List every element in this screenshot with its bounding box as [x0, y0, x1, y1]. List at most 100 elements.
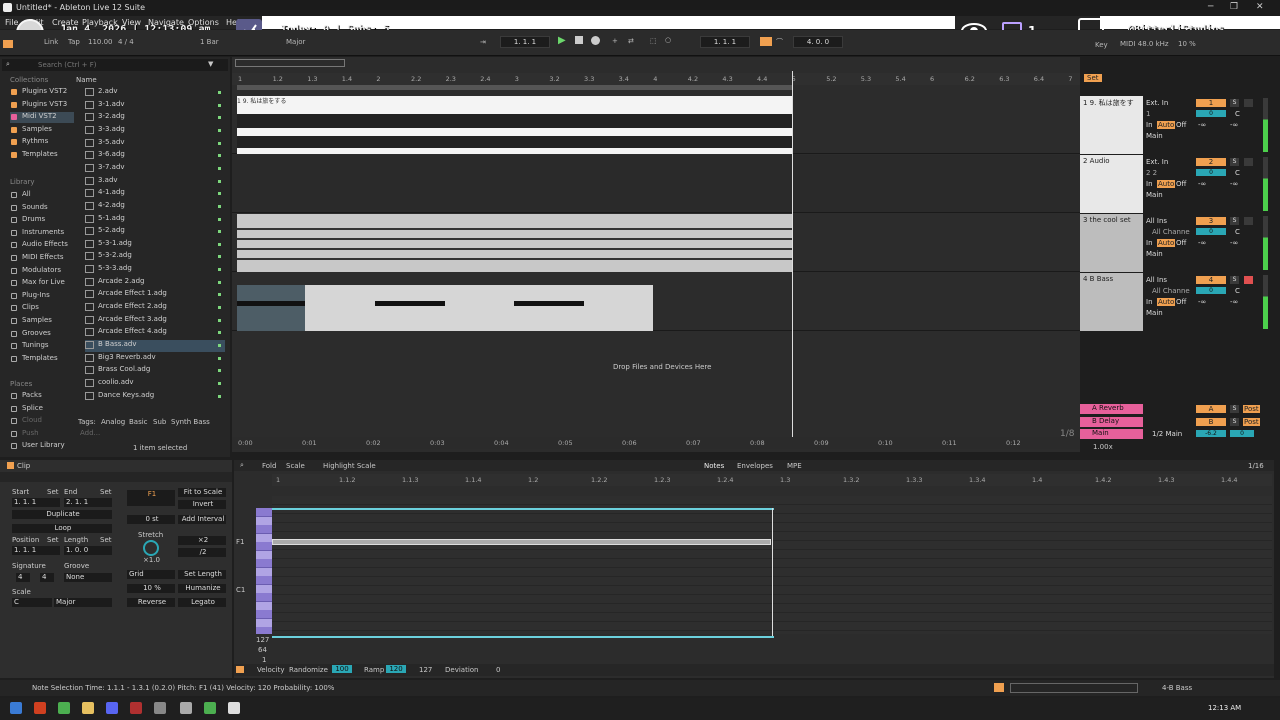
input-channel-select[interactable]: 2 2	[1146, 169, 1157, 177]
volume-field[interactable]: 0	[1196, 169, 1226, 176]
groove-select[interactable]: None	[64, 573, 112, 582]
collection-item[interactable]: Plugins VST2	[10, 87, 74, 98]
position-set-button[interactable]: Set	[47, 536, 59, 544]
main-output-select[interactable]: 1/2 Main	[1152, 430, 1182, 438]
browser-file[interactable]: 2.adv	[85, 87, 225, 99]
divide-button[interactable]: /2	[178, 548, 226, 557]
tempo-field[interactable]: 110.00	[88, 38, 113, 46]
track-lane-1[interactable]: 1 9. 私は旅をする	[232, 96, 1080, 154]
track-activator[interactable]: 2	[1196, 158, 1226, 166]
volume-field[interactable]: 0	[1196, 228, 1226, 235]
output-select[interactable]: Main	[1146, 132, 1163, 140]
position-field[interactable]: 1. 1. 1	[12, 546, 60, 555]
browser-file[interactable]: Arcade Effect 3.adg	[85, 315, 225, 327]
tag-synth-bass[interactable]: Synth Bass	[171, 418, 210, 426]
bar-ruler[interactable]: 1 1.2 1.3 1.4 2 2.2 2.3 2.4 3 3.2 3.3 3.4 4 4.2 4.3 4.4…	[232, 73, 1080, 85]
close-button[interactable]: ✕	[1256, 2, 1264, 12]
monitor-off[interactable]: Off	[1176, 121, 1186, 129]
collection-item[interactable]: Templates	[10, 150, 74, 161]
start-set-button[interactable]: Set	[47, 488, 59, 496]
pan-field[interactable]: C	[1235, 110, 1240, 118]
browser-file[interactable]: 3-2.adg	[85, 112, 225, 124]
ableton-icon[interactable]	[228, 702, 240, 714]
end-set-button[interactable]: Set	[100, 488, 112, 496]
solo-button[interactable]: S	[1230, 158, 1239, 166]
browser-file[interactable]: 5-2.adg	[85, 226, 225, 238]
pan-field[interactable]: C	[1235, 228, 1240, 236]
return-activator[interactable]: B	[1196, 417, 1226, 426]
velocity-line[interactable]	[272, 636, 774, 638]
detail-view-scroll[interactable]	[1010, 683, 1138, 693]
library-item[interactable]: Plug-Ins	[10, 291, 74, 302]
input-channel-select[interactable]: All Channe	[1152, 228, 1190, 236]
track-lane-4[interactable]	[232, 273, 1080, 331]
play-button[interactable]: ▶	[558, 35, 566, 46]
input-type-select[interactable]: All Ins	[1146, 217, 1167, 225]
loop-brace[interactable]	[237, 85, 793, 90]
volume-field[interactable]: 0	[1196, 287, 1226, 294]
library-item[interactable]: All	[10, 190, 74, 201]
arm-button[interactable]	[1244, 99, 1253, 107]
humanize-amount[interactable]: 10 %	[127, 584, 175, 593]
return-activator[interactable]: A	[1196, 405, 1226, 413]
browser-file[interactable]: Arcade Effect 4.adg	[85, 327, 225, 339]
duplicate-button[interactable]: Duplicate	[12, 510, 112, 519]
signature-field[interactable]: 4 / 4	[118, 38, 134, 46]
clip-activator[interactable]	[7, 462, 14, 469]
main-volume-field[interactable]: -6.2	[1196, 430, 1226, 437]
explorer-icon[interactable]	[82, 702, 94, 714]
loop-button[interactable]: Loop	[12, 524, 112, 533]
solo-button[interactable]: S	[1230, 276, 1239, 284]
place-item[interactable]: User Library	[10, 441, 74, 452]
track-lane-3[interactable]	[232, 214, 1080, 272]
input-channel-select[interactable]: All Channe	[1152, 287, 1190, 295]
post-button[interactable]: Post	[1243, 417, 1260, 426]
record-button[interactable]	[591, 36, 600, 45]
tag-basic[interactable]: Basic	[129, 418, 148, 426]
place-item[interactable]: Push	[10, 429, 74, 440]
place-item[interactable]: Cloud	[10, 416, 74, 427]
monitor-in[interactable]: In	[1146, 298, 1153, 306]
browser-file[interactable]: 4-1.adg	[85, 188, 225, 200]
input-type-select[interactable]: Ext. In	[1146, 99, 1168, 107]
maximize-button[interactable]: ❐	[1230, 2, 1238, 12]
randomize-field[interactable]: 100	[332, 665, 352, 673]
browser-file[interactable]: B Bass.adv	[85, 340, 225, 352]
browser-file[interactable]: Arcade Effect 2.adg	[85, 302, 225, 314]
monitor-in[interactable]: In	[1146, 239, 1153, 247]
browser-search[interactable]: ⌕ Search (Ctrl + F) ▼	[2, 59, 228, 71]
solo-button[interactable]: S	[1230, 217, 1239, 225]
input-type-select[interactable]: All Ins	[1146, 276, 1167, 284]
end-field[interactable]: 2. 1. 1	[64, 498, 112, 507]
loop-switch[interactable]	[760, 37, 772, 46]
send-a-field[interactable]: -∞	[1198, 180, 1206, 188]
loop-region-bar[interactable]	[272, 508, 774, 510]
monitor-auto[interactable]: Auto	[1157, 239, 1176, 247]
track-activator[interactable]: 1	[1196, 99, 1226, 107]
fold-button[interactable]: Fold	[262, 462, 276, 470]
send-b-field[interactable]: -∞	[1230, 121, 1238, 129]
track-name-box[interactable]: 2 Audio	[1080, 155, 1143, 213]
app-icon[interactable]	[130, 702, 142, 714]
stop-button[interactable]	[575, 36, 583, 44]
menu-file[interactable]: File	[5, 18, 18, 27]
browser-file[interactable]: Arcade Effect 1.adg	[85, 289, 225, 301]
send-a-field[interactable]: -∞	[1198, 239, 1206, 247]
send-b-field[interactable]: -∞	[1230, 180, 1238, 188]
monitor-in[interactable]: In	[1146, 121, 1153, 129]
main-pan-field[interactable]: 0	[1230, 430, 1254, 437]
library-item[interactable]: Templates	[10, 354, 74, 365]
piano-keys[interactable]	[256, 508, 272, 634]
set-length-button[interactable]: Set Length	[178, 570, 226, 579]
punch-icon[interactable]: ⌒	[776, 37, 783, 47]
browser-file[interactable]: 3-1.adv	[85, 100, 225, 112]
library-item[interactable]: Tunings	[10, 341, 74, 352]
library-item[interactable]: MIDI Effects	[10, 253, 74, 264]
library-item[interactable]: Modulators	[10, 266, 74, 277]
minimize-button[interactable]: ─	[1208, 2, 1213, 12]
browser-file[interactable]: Big3 Reverb.adv	[85, 353, 225, 365]
solo-button[interactable]: S	[1230, 99, 1239, 107]
invert-button[interactable]: Invert	[178, 500, 226, 509]
start-field[interactable]: 1. 1. 1	[12, 498, 60, 507]
library-item[interactable]: Samples	[10, 316, 74, 327]
